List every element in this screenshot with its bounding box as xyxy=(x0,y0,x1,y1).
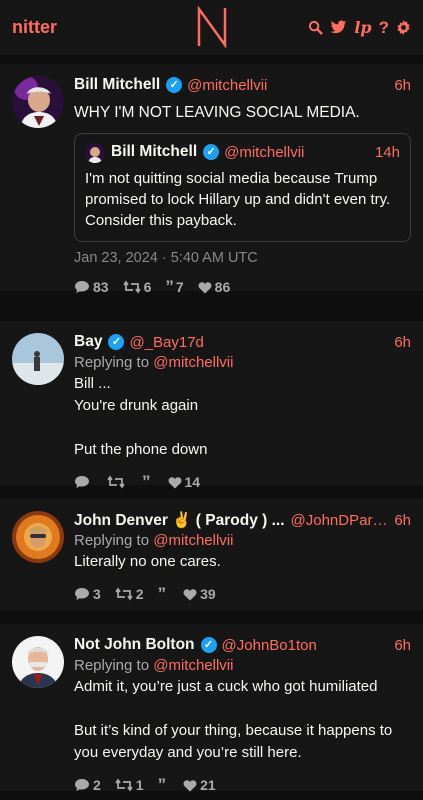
tweet-stats: ” 14 xyxy=(74,461,411,504)
quoted-tweet[interactable]: Bill Mitchell ✓ @mitchellvii 14h I'm not… xyxy=(74,133,411,242)
nitter-logo[interactable] xyxy=(195,5,229,53)
retweet-count[interactable]: 1 xyxy=(115,777,144,793)
quote-author-username[interactable]: @mitchellvii xyxy=(224,144,304,161)
replying-to: Replying to @mitchellvii xyxy=(74,354,234,371)
tweet-date: Jan 23, 2024 · 5:40 AM UTC xyxy=(74,250,258,266)
tweet-text: Bill ... You're drunk again Put the phon… xyxy=(74,375,208,458)
search-icon[interactable] xyxy=(308,20,324,35)
verified-badge-icon: ✓ xyxy=(166,77,183,93)
verified-badge-icon: ✓ xyxy=(203,144,220,160)
tweet-time[interactable]: 6h xyxy=(390,512,411,529)
quote-count[interactable]: ” xyxy=(158,584,170,604)
like-count[interactable]: 21 xyxy=(183,777,216,793)
quote-count[interactable]: ” 7 xyxy=(165,277,183,297)
tweet-card[interactable]: John Denver ✌️ ( Parody ) ... @JohnDParo… xyxy=(0,499,423,610)
retweet-count[interactable] xyxy=(107,475,128,489)
avatar[interactable] xyxy=(12,76,64,128)
author-username[interactable]: @mitchellvii xyxy=(187,77,267,94)
settings-gear-icon[interactable] xyxy=(396,20,411,35)
retweet-icon xyxy=(115,587,133,601)
author-name[interactable]: Bill Mitchell xyxy=(74,76,160,94)
tweet-card[interactable]: Bay ✓ @_Bay17d 6h Replying to @mitchellv… xyxy=(0,321,423,491)
comment-icon xyxy=(74,778,90,792)
replying-to-link[interactable]: @mitchellvii xyxy=(153,657,233,674)
reply-count[interactable]: 3 xyxy=(74,586,101,602)
comment-icon xyxy=(74,280,90,294)
avatar[interactable] xyxy=(12,636,64,688)
brand-link[interactable]: nitter xyxy=(12,17,57,38)
heart-icon xyxy=(168,476,182,489)
retweet-count[interactable]: 2 xyxy=(115,586,144,602)
quote-time[interactable]: 14h xyxy=(367,144,400,161)
tweet-time[interactable]: 6h xyxy=(386,77,411,94)
tweet-text: Admit it, you’re just a cuck who got hum… xyxy=(74,678,393,761)
reply-count[interactable] xyxy=(74,475,93,489)
quote-text: I'm not quitting social media because Tr… xyxy=(85,170,391,229)
tweet-stats: 3 2 ” 39 xyxy=(74,573,411,616)
retweet-icon xyxy=(122,280,141,294)
quote-count[interactable]: ” xyxy=(158,775,170,795)
quote-icon: ” xyxy=(142,472,151,491)
quote-avatar xyxy=(85,143,105,163)
heart-icon xyxy=(198,281,212,294)
author-username[interactable]: @JohnDParo… xyxy=(291,512,391,529)
retweet-count[interactable]: 6 xyxy=(122,279,151,295)
tweet-stats: 83 6 ” 7 86 xyxy=(74,266,411,309)
heart-icon xyxy=(183,588,197,601)
tweet-text: Literally no one cares. xyxy=(74,553,221,570)
quote-icon: ” xyxy=(157,584,167,603)
replying-to-link[interactable]: @mitchellvii xyxy=(153,354,233,371)
tweet-card[interactable]: Bill Mitchell ✓ @mitchellvii 6h WHY I'M … xyxy=(0,64,423,296)
quote-icon: ” xyxy=(165,277,173,296)
author-name[interactable]: Bay xyxy=(74,333,102,351)
author-username[interactable]: @JohnBo1ton xyxy=(222,637,317,654)
tweet-text: WHY I'M NOT LEAVING SOCIAL MEDIA. xyxy=(74,104,360,121)
author-name[interactable]: John Denver ✌️ ( Parody ) ... xyxy=(74,511,285,530)
author-username[interactable]: @_Bay17d xyxy=(129,334,203,351)
reply-count[interactable]: 83 xyxy=(74,279,109,295)
replying-to: Replying to @mitchellvii xyxy=(74,532,234,549)
replying-to: Replying to @mitchellvii xyxy=(74,657,234,674)
top-navbar: nitter lp ? xyxy=(0,0,423,55)
tweet-card[interactable]: Not John Bolton ✓ @JohnBo1ton 6h Replyin… xyxy=(0,624,423,794)
replying-to-link[interactable]: @mitchellvii xyxy=(153,532,233,549)
comment-icon xyxy=(74,587,90,601)
help-icon[interactable]: ? xyxy=(379,18,389,38)
tweet-time[interactable]: 6h xyxy=(386,637,411,654)
like-count[interactable]: 39 xyxy=(183,586,216,602)
heart-icon xyxy=(183,779,197,792)
comment-icon xyxy=(74,475,90,489)
avatar[interactable] xyxy=(12,511,64,563)
avatar[interactable] xyxy=(12,333,64,385)
tweet-stats: 2 1 ” 21 xyxy=(74,764,411,800)
quote-icon: ” xyxy=(157,775,167,794)
retweet-icon xyxy=(115,778,133,792)
like-count[interactable]: 14 xyxy=(168,474,200,490)
quote-author-name[interactable]: Bill Mitchell xyxy=(111,143,197,161)
tweet-time[interactable]: 6h xyxy=(386,334,411,351)
twitter-bird-icon[interactable] xyxy=(330,20,347,35)
like-count[interactable]: 86 xyxy=(198,279,230,295)
quote-count[interactable]: ” xyxy=(142,472,154,492)
author-name[interactable]: Not John Bolton xyxy=(74,636,195,654)
lp-icon[interactable]: lp xyxy=(354,18,371,37)
retweet-icon xyxy=(107,475,125,489)
verified-badge-icon: ✓ xyxy=(200,637,217,653)
reply-count[interactable]: 2 xyxy=(74,777,101,793)
verified-badge-icon: ✓ xyxy=(108,334,125,350)
